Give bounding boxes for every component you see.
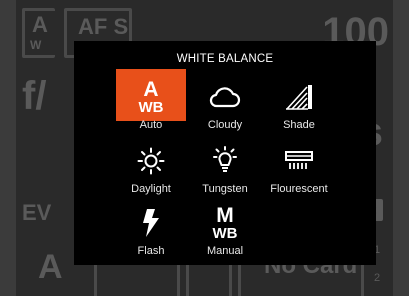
panel-title: WHITE BALANCE — [176, 53, 274, 65]
auto-wb-icon-top: A — [143, 78, 159, 101]
wb-option-tungsten[interactable]: Tungsten — [190, 141, 260, 199]
manual-wb-icon-bottom: WB — [212, 225, 238, 242]
wb-option-manual[interactable]: M WB Manual — [190, 203, 260, 261]
camera-frame: A W AF S 100 f/ s EV ± A No Card 1 2 WHI… — [0, 0, 409, 296]
white-balance-panel: WHITE BALANCE A WB Auto Cloudy Shade Day… — [74, 41, 376, 265]
flash-icon — [116, 203, 186, 243]
manual-wb-icon-top: M — [216, 204, 234, 227]
cloud-icon — [190, 77, 260, 117]
wb-option-flash[interactable]: Flash — [116, 203, 186, 261]
wb-option-daylight[interactable]: Daylight — [116, 141, 186, 199]
slot-2-label: 2 — [374, 272, 381, 284]
manual-wb-icon: M WB — [190, 203, 260, 243]
camera-screen: A W AF S 100 f/ s EV ± A No Card 1 2 WHI… — [16, 0, 393, 296]
sun-icon — [116, 141, 186, 181]
ev-label: EV — [22, 200, 52, 225]
shade-icon — [264, 77, 334, 117]
wb-option-label: Manual — [206, 245, 244, 257]
auto-wb-icon: A WB — [116, 77, 186, 117]
bulb-icon — [190, 141, 260, 181]
aperture-label: f/ — [22, 74, 47, 118]
wb-option-label: Flourescent — [270, 183, 328, 195]
wb-option-fluorescent[interactable]: Flourescent — [264, 141, 334, 199]
drive-mode-label: A — [38, 248, 63, 286]
wb-option-shade[interactable]: Shade — [264, 77, 334, 135]
auto-wb-icon-bottom: WB — [138, 99, 164, 116]
fluorescent-icon — [264, 141, 334, 181]
wb-option-auto[interactable]: A WB Auto — [116, 69, 186, 135]
wb-indicator-sub: W — [30, 38, 42, 52]
wb-option-label: Shade — [283, 119, 315, 131]
wb-option-cloudy[interactable]: Cloudy — [190, 77, 260, 135]
af-mode-label: AF S — [78, 14, 129, 39]
wb-indicator-letter: A — [32, 12, 48, 37]
